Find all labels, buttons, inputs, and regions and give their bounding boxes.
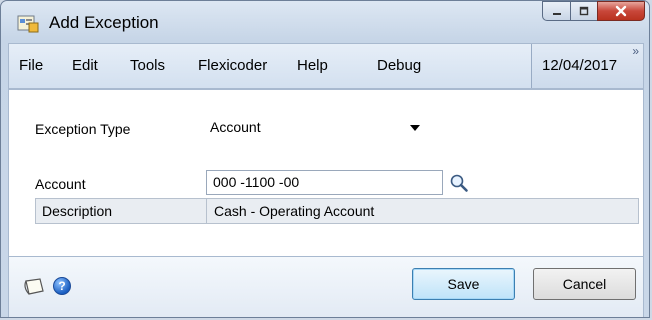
menu-debug[interactable]: Debug: [377, 57, 421, 74]
exception-type-label: Exception Type: [35, 121, 131, 137]
magnifier-icon: [450, 174, 468, 192]
cancel-button[interactable]: Cancel: [533, 268, 636, 300]
account-field[interactable]: 000 -1100 -00: [206, 170, 443, 195]
description-row: Description Cash - Operating Account: [35, 198, 639, 224]
maximize-icon: [579, 6, 589, 16]
help-icon[interactable]: ?: [53, 277, 71, 295]
description-label: Description: [42, 203, 113, 219]
save-button[interactable]: Save: [412, 268, 515, 300]
exception-type-select[interactable]: Account: [206, 115, 426, 139]
menu-file[interactable]: File: [19, 57, 43, 74]
menu-edit[interactable]: Edit: [72, 57, 98, 74]
menu-flexicoder[interactable]: Flexicoder: [198, 57, 267, 74]
window-controls: [542, 1, 645, 21]
menu-bar: File Edit Tools Flexicoder Help Debug 12…: [8, 43, 644, 89]
user-date: 12/04/2017: [542, 57, 618, 74]
maximize-button[interactable]: [570, 1, 597, 21]
description-divider: [206, 199, 207, 223]
account-value: 000 -1100 -00: [213, 174, 300, 190]
app-icon: [17, 15, 39, 33]
chevron-double-right-icon[interactable]: »: [632, 44, 639, 58]
dropdown-arrow-icon[interactable]: [410, 125, 420, 131]
add-exception-window: Add Exception File Edit Tools Flexicoder…: [0, 0, 650, 318]
window-title: Add Exception: [49, 13, 159, 32]
menu-help[interactable]: Help: [297, 57, 328, 74]
description-value: Cash - Operating Account: [214, 203, 375, 219]
note-icon[interactable]: [23, 278, 45, 296]
account-lookup-button[interactable]: [446, 171, 472, 195]
account-label: Account: [35, 176, 86, 192]
user-date-button[interactable]: 12/04/2017 »: [531, 44, 643, 88]
close-icon: [615, 5, 627, 17]
exception-type-value: Account: [210, 119, 261, 135]
close-button[interactable]: [597, 1, 645, 21]
minimize-icon: [552, 13, 561, 15]
minimize-button[interactable]: [542, 1, 570, 21]
form-area: Exception Type Account Account 000 -1100…: [8, 89, 644, 257]
title-bar[interactable]: Add Exception: [1, 1, 649, 43]
button-bar: ? Save Cancel: [8, 257, 644, 317]
menu-tools[interactable]: Tools: [130, 57, 165, 74]
